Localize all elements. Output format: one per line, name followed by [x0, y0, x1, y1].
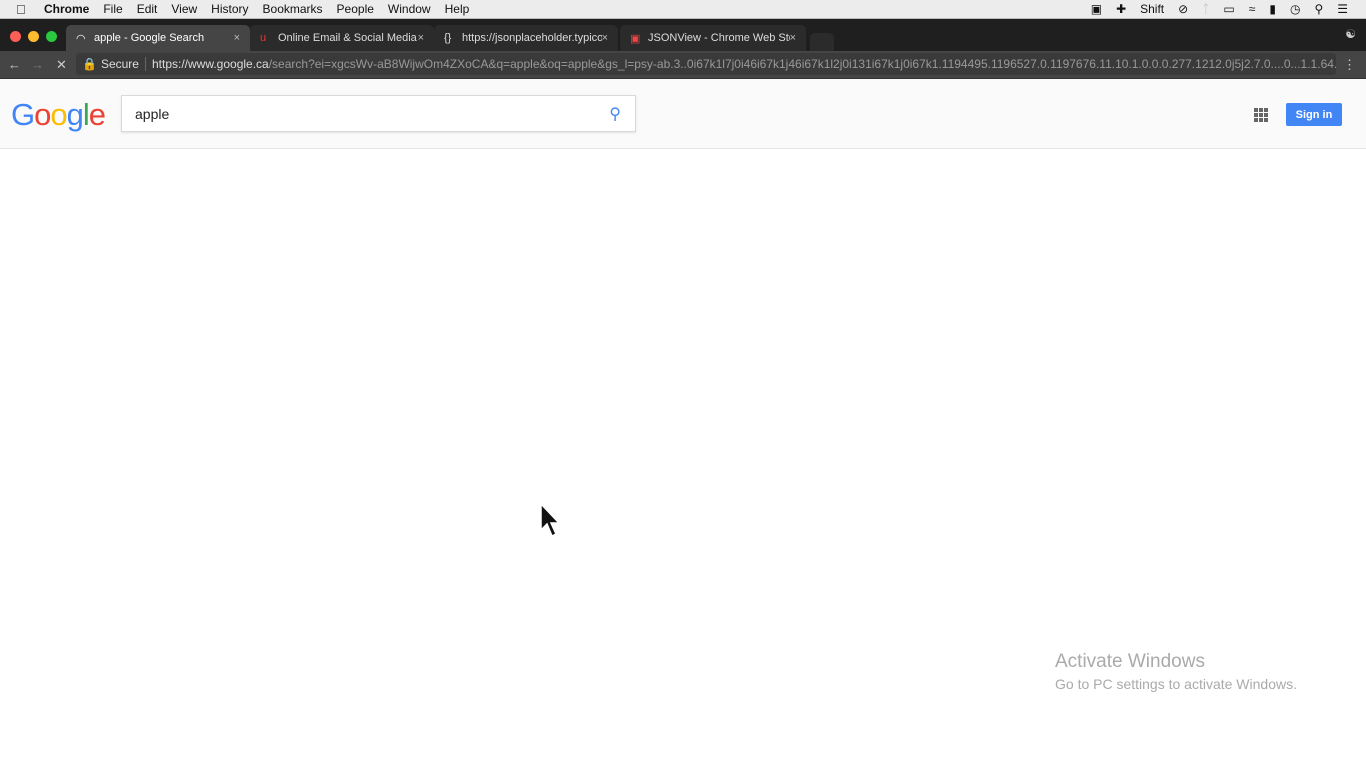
- tab-jsonview[interactable]: ▣ JSONView - Chrome Web Stor ×: [620, 25, 806, 51]
- google-logo[interactable]: Google: [11, 97, 106, 133]
- close-tab-icon[interactable]: ×: [790, 32, 796, 44]
- chrome-menu-icon[interactable]: ⋮: [1343, 57, 1356, 73]
- minimize-window-button[interactable]: [28, 31, 39, 42]
- search-input[interactable]: apple ⚲: [121, 95, 636, 132]
- search-icon[interactable]: ⚲: [609, 104, 621, 124]
- menu-history[interactable]: History: [211, 2, 248, 16]
- mac-menubar:  Chrome File Edit View History Bookmark…: [0, 0, 1366, 19]
- loading-spinner-icon: ◠: [76, 32, 86, 45]
- tab-title: apple - Google Search: [94, 32, 205, 44]
- menu-window[interactable]: Window: [388, 2, 431, 16]
- bluetooth-icon[interactable]: ᛏ: [1202, 2, 1209, 16]
- search-query: apple: [135, 105, 170, 122]
- tab-title: JSONView - Chrome Web Stor: [648, 32, 790, 44]
- status-shift[interactable]: Shift: [1140, 2, 1164, 16]
- close-tab-icon[interactable]: ×: [418, 32, 424, 44]
- json-favicon-icon: {}: [444, 32, 452, 44]
- spotlight-search-icon[interactable]: ⚲: [1314, 2, 1323, 16]
- menu-help[interactable]: Help: [445, 2, 470, 16]
- url-path: /search?ei=xgcsWv-aB8WijwOm4ZXoCA&q=appl…: [268, 57, 1336, 71]
- chrome-webstore-favicon-icon: ▣: [630, 32, 641, 45]
- screen-record-icon[interactable]: ▣: [1091, 2, 1102, 16]
- airplay-icon[interactable]: ▭: [1223, 2, 1234, 16]
- secure-label: Secure: [101, 57, 146, 71]
- google-apps-icon[interactable]: [1254, 108, 1268, 122]
- watermark-title: Activate Windows: [1055, 651, 1205, 672]
- tab-online-email[interactable]: u Online Email & Social Media M ×: [250, 25, 434, 51]
- close-window-button[interactable]: [10, 31, 21, 42]
- back-icon[interactable]: ←: [8, 57, 21, 72]
- plus-icon[interactable]: ✚: [1116, 2, 1126, 16]
- menu-people[interactable]: People: [337, 2, 374, 16]
- wifi-icon[interactable]: ≈: [1249, 2, 1256, 16]
- tab-strip: ◠ apple - Google Search × u Online Email…: [0, 19, 1366, 51]
- window-controls: [10, 31, 57, 42]
- menu-bookmarks[interactable]: Bookmarks: [263, 2, 323, 16]
- new-tab-button[interactable]: [810, 33, 834, 51]
- forward-icon[interactable]: →: [31, 57, 44, 72]
- stop-loading-icon[interactable]: ✕: [56, 57, 67, 73]
- incognito-icon: ☯: [1345, 27, 1356, 41]
- tab-title: Online Email & Social Media M: [278, 32, 418, 44]
- url-host: https://www.google.ca: [151, 57, 269, 71]
- tab-title: https://jsonplaceholder.typicod: [462, 32, 602, 44]
- activate-windows-watermark: Activate Windows Go to PC settings to ac…: [1055, 651, 1297, 692]
- sign-in-button[interactable]: Sign in: [1286, 103, 1342, 126]
- zoom-window-button[interactable]: [46, 31, 57, 42]
- hootsuite-favicon-icon: u: [260, 32, 267, 44]
- battery-icon[interactable]: ▮: [1269, 2, 1276, 16]
- menu-edit[interactable]: Edit: [137, 2, 158, 16]
- close-tab-icon[interactable]: ×: [602, 32, 608, 44]
- menu-view[interactable]: View: [171, 2, 197, 16]
- tab-jsonplaceholder[interactable]: {} https://jsonplaceholder.typicod ×: [434, 25, 618, 51]
- sync-icon[interactable]: ⊘: [1178, 2, 1188, 16]
- lock-icon: 🔒: [82, 57, 97, 71]
- menu-app-name[interactable]: Chrome: [44, 2, 89, 16]
- tab-google-search[interactable]: ◠ apple - Google Search ×: [66, 25, 250, 51]
- clock-icon[interactable]: ◷: [1290, 2, 1300, 16]
- mouse-cursor-icon: [540, 503, 561, 538]
- watermark-subtitle: Go to PC settings to activate Windows.: [1055, 676, 1297, 692]
- apple-icon[interactable]: : [16, 2, 30, 17]
- address-bar[interactable]: 🔒 Secure https://www.google.ca /search?e…: [76, 53, 1336, 75]
- notification-center-icon[interactable]: ☰: [1337, 2, 1348, 16]
- menu-file[interactable]: File: [103, 2, 122, 16]
- close-tab-icon[interactable]: ×: [234, 32, 240, 44]
